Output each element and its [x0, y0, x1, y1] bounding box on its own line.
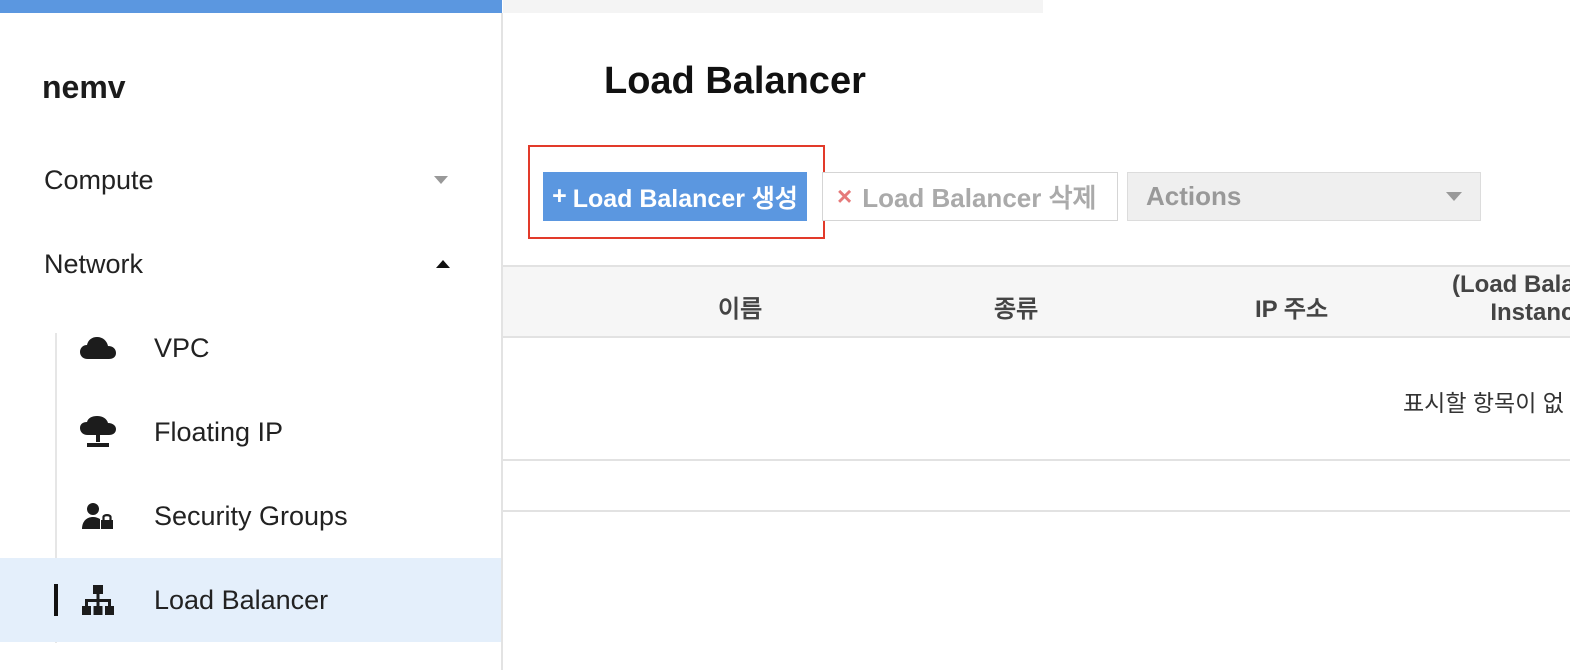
create-button-label: Load Balancer 생성 [572, 184, 798, 213]
network-cloud-icon [78, 412, 118, 452]
column-header-line: (Load Bala [1452, 271, 1570, 298]
chevron-down-icon [434, 176, 448, 184]
delete-load-balancer-button[interactable]: × Load Balancer 삭제 [822, 172, 1118, 221]
sidebar-group-network[interactable]: Network [44, 244, 454, 284]
column-header-line: Instanc [1490, 299, 1570, 326]
sidebar-item-vpc[interactable]: VPC [0, 306, 501, 390]
sidebar-item-security-groups[interactable]: Security Groups [0, 474, 501, 558]
sidebar-item-label: VPC [154, 332, 210, 363]
sidebar-group-label: Compute [44, 164, 154, 195]
user-lock-icon [78, 496, 118, 536]
sidebar-item-load-balancer[interactable]: Load Balancer [0, 558, 501, 642]
app-page: nemv Compute Network VPC Floating IP Sec… [0, 0, 1570, 670]
close-icon: × [837, 181, 853, 211]
sidebar-item-floating-ip[interactable]: Floating IP [0, 390, 501, 474]
top-tab-strip [503, 0, 1043, 13]
column-header-load-balancer-instance[interactable]: (Load Bala Instanc [1452, 271, 1570, 327]
active-indicator [54, 584, 58, 616]
column-header-type[interactable]: 종류 [994, 289, 1038, 324]
project-name: nemv [42, 69, 126, 105]
sidebar: nemv Compute Network VPC Floating IP Sec… [0, 13, 503, 670]
table-footer [503, 461, 1570, 512]
plus-icon: + [552, 182, 567, 210]
top-accent-bar [0, 0, 502, 13]
table-empty-row: 표시할 항목이 없 [503, 338, 1570, 461]
sidebar-item-label: Security Groups [154, 500, 348, 531]
empty-state-message: 표시할 항목이 없 [1403, 390, 1564, 416]
sitemap-icon [78, 580, 118, 620]
column-header-ip-address[interactable]: IP 주소 [1255, 289, 1328, 324]
sidebar-item-label: Load Balancer [154, 584, 329, 615]
page-title: Load Balancer [604, 60, 866, 102]
cloud-icon [78, 328, 118, 368]
chevron-up-icon [436, 260, 450, 268]
actions-dropdown[interactable]: Actions [1127, 172, 1481, 221]
sidebar-group-compute[interactable]: Compute [44, 160, 454, 200]
table-header: 이름 종류 IP 주소 (Load Bala Instanc [503, 265, 1570, 338]
sidebar-item-label: Floating IP [154, 416, 284, 447]
create-load-balancer-button[interactable]: + Load Balancer 생성 [543, 172, 807, 221]
chevron-down-icon [1446, 192, 1462, 201]
delete-button-label: Load Balancer 삭제 [862, 183, 1097, 213]
actions-dropdown-label: Actions [1146, 181, 1242, 211]
column-header-name[interactable]: 이름 [718, 289, 762, 324]
sidebar-group-label: Network [44, 248, 144, 279]
